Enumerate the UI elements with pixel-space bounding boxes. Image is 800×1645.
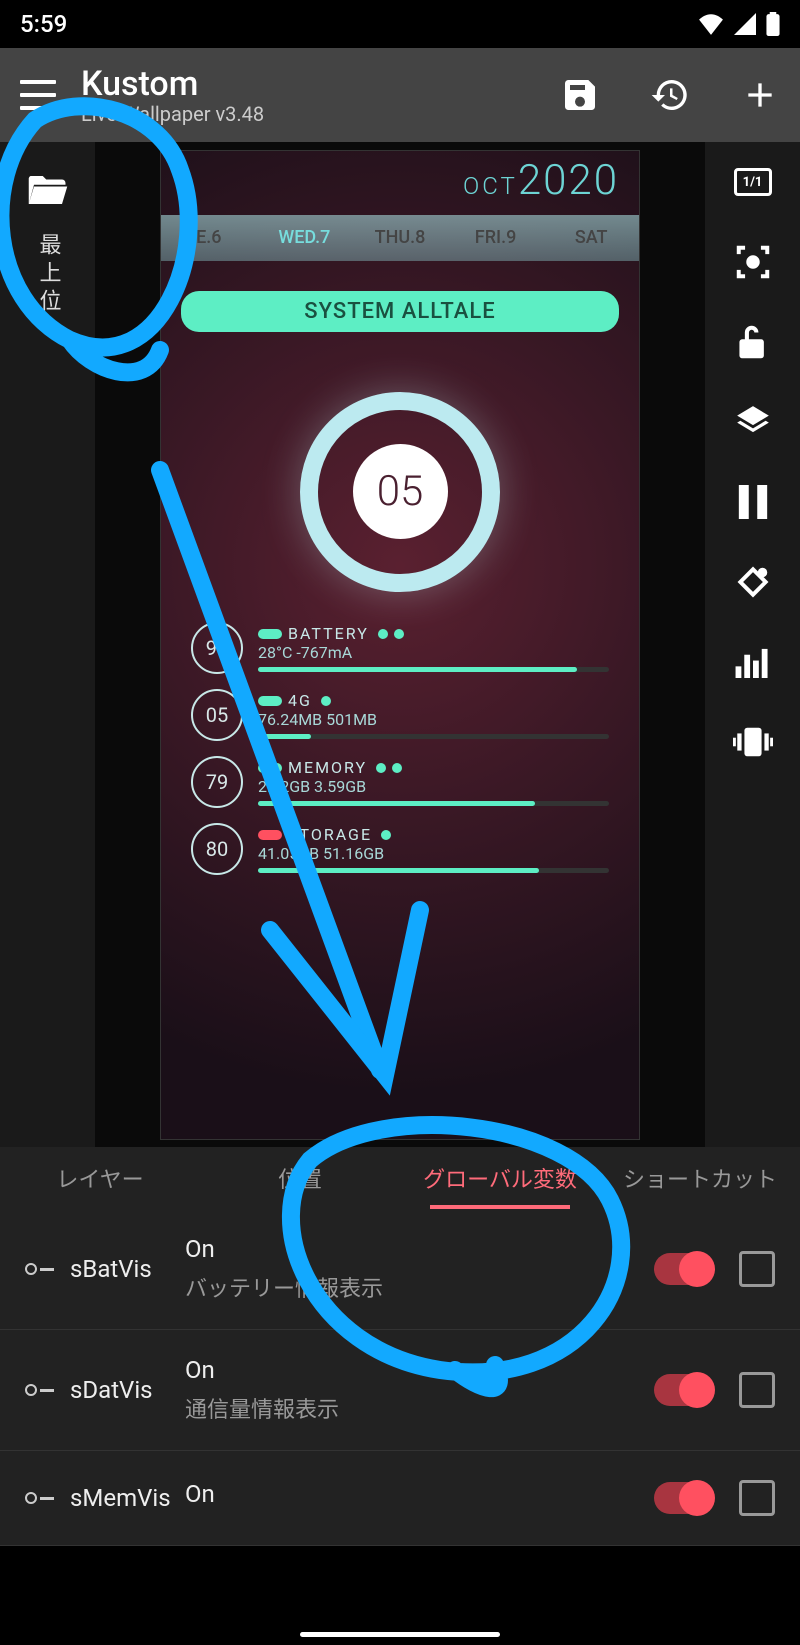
- tab-shortcuts[interactable]: ショートカット: [600, 1147, 800, 1209]
- wallpaper-preview: OCT2020 E.6 WED.7 THU.8 FRI.9 SAT SYSTEM…: [160, 150, 640, 1140]
- var-state: On: [185, 1480, 654, 1508]
- var-name: sBatVis: [70, 1255, 185, 1283]
- signal-icon: [734, 13, 756, 35]
- wp-stat-label: STORAGE: [288, 825, 372, 844]
- wp-stat-number: 80: [191, 823, 243, 875]
- wp-stat-number: 79: [191, 756, 243, 808]
- unlock-icon[interactable]: [733, 322, 773, 362]
- right-toolbar: 1/1: [705, 142, 800, 1147]
- wp-stat-value: 76.24MB 501MB: [258, 710, 609, 729]
- list-item[interactable]: sBatVis On バッテリー情報表示: [0, 1209, 800, 1330]
- save-icon[interactable]: [560, 75, 600, 115]
- status-bar: 5:59: [0, 0, 800, 48]
- app-subtitle: Live Wallpaper v3.48: [81, 102, 560, 126]
- wp-stat-label: BATTERY: [288, 624, 369, 643]
- list-item[interactable]: sDatVis On 通信量情報表示: [0, 1330, 800, 1451]
- wp-stat-number: 05: [191, 689, 243, 741]
- wp-stat-value: 28°C -767mA: [258, 643, 609, 662]
- var-name: sMemVis: [70, 1484, 185, 1512]
- var-desc: 通信量情報表示: [185, 1392, 654, 1424]
- list-item[interactable]: sMemVis On: [0, 1451, 800, 1546]
- stats-icon[interactable]: [733, 642, 773, 682]
- var-state: On: [185, 1356, 654, 1384]
- var-name: sDatVis: [70, 1376, 185, 1404]
- battery-icon: [766, 12, 780, 36]
- toggle-switch[interactable]: [654, 1374, 709, 1406]
- select-checkbox[interactable]: [739, 1372, 775, 1408]
- focus-icon[interactable]: [733, 242, 773, 282]
- folder-open-icon[interactable]: [27, 172, 69, 208]
- wp-ring-value: 05: [353, 444, 448, 539]
- wp-date: OCT2020: [161, 151, 639, 205]
- root-layer-label[interactable]: 最上位: [32, 233, 64, 317]
- wp-stat-value: 41.05GB 51.16GB: [258, 844, 609, 863]
- wp-stat-data: 05 4G 76.24MB 501MB: [191, 689, 609, 741]
- globals-list: sBatVis On バッテリー情報表示 sDatVis On 通信量情報表示 …: [0, 1209, 800, 1546]
- preview-pane[interactable]: OCT2020 E.6 WED.7 THU.8 FRI.9 SAT SYSTEM…: [95, 142, 705, 1147]
- screens-icon[interactable]: 1/1: [733, 162, 773, 202]
- tabs-row: レイヤー 位置 グローバル変数 ショートカット: [0, 1147, 800, 1209]
- main-area: 最上位 OCT2020 E.6 WED.7 THU.8 FRI.9 SAT SY…: [0, 142, 800, 1147]
- wp-banner: SYSTEM ALLTALE: [181, 291, 619, 332]
- pause-icon[interactable]: [733, 482, 773, 522]
- switch-type-icon: [25, 1263, 70, 1275]
- wifi-icon: [698, 13, 724, 35]
- wp-day: THU.8: [352, 227, 448, 248]
- wp-stat-value: 2.92GB 3.59GB: [258, 777, 609, 796]
- toggle-switch[interactable]: [654, 1253, 709, 1285]
- select-checkbox[interactable]: [739, 1480, 775, 1516]
- wp-day: SAT: [543, 227, 639, 248]
- app-title: Kustom: [81, 64, 560, 104]
- switch-type-icon: [25, 1384, 70, 1396]
- app-title-block: Kustom Live Wallpaper v3.48: [81, 64, 560, 126]
- wp-year: 2020: [518, 156, 619, 205]
- wp-stat-label: 4G: [288, 691, 312, 710]
- tab-globals[interactable]: グローバル変数: [400, 1147, 600, 1209]
- wp-month: OCT: [463, 172, 518, 200]
- wp-stat-battery: 91 BATTERY 28°C -767mA: [191, 622, 609, 674]
- wp-stat-label: MEMORY: [288, 758, 367, 777]
- wp-stat-number: 91: [191, 622, 243, 674]
- left-panel: 最上位: [0, 142, 95, 1147]
- app-bar: Kustom Live Wallpaper v3.48: [0, 48, 800, 142]
- toggle-switch[interactable]: [654, 1482, 709, 1514]
- status-icons: [698, 12, 780, 36]
- layers-icon[interactable]: [733, 402, 773, 442]
- nav-home-indicator[interactable]: [300, 1632, 500, 1637]
- tab-layers[interactable]: レイヤー: [0, 1147, 200, 1209]
- wp-progress-ring: 05: [300, 392, 500, 592]
- rotation-lock-icon[interactable]: [733, 562, 773, 602]
- tab-position[interactable]: 位置: [200, 1147, 400, 1209]
- menu-icon[interactable]: [20, 80, 56, 110]
- add-icon[interactable]: [740, 75, 780, 115]
- wp-day: E.6: [161, 227, 257, 248]
- select-checkbox[interactable]: [739, 1251, 775, 1287]
- wp-stat-storage: 80 STORAGE 41.05GB 51.16GB: [191, 823, 609, 875]
- switch-type-icon: [25, 1492, 70, 1504]
- var-desc: バッテリー情報表示: [185, 1271, 654, 1303]
- wp-stats: 91 BATTERY 28°C -767mA 05 4G 76.24MB 501…: [161, 622, 639, 875]
- vibrate-icon[interactable]: [733, 722, 773, 762]
- clock: 5:59: [20, 10, 67, 38]
- wp-day-selected: WED.7: [257, 227, 353, 248]
- history-icon[interactable]: [650, 75, 690, 115]
- wp-stat-memory: 79 MEMORY 2.92GB 3.59GB: [191, 756, 609, 808]
- wp-day: FRI.9: [448, 227, 544, 248]
- appbar-actions: [560, 75, 780, 115]
- wp-days-row: E.6 WED.7 THU.8 FRI.9 SAT: [161, 215, 639, 261]
- var-state: On: [185, 1235, 654, 1263]
